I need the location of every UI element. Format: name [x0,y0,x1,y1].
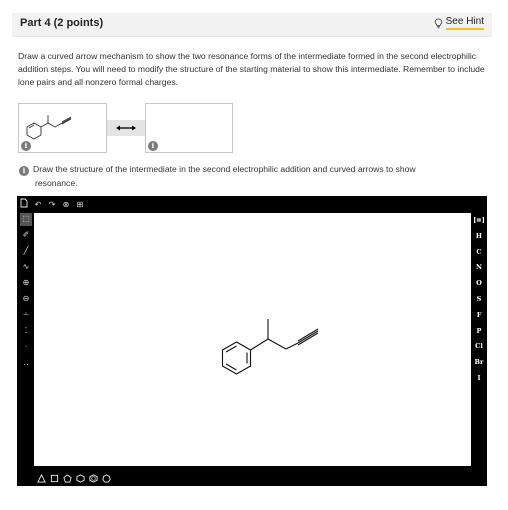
answer-preview-2[interactable]: i [145,103,233,153]
part-header: Part 4 (2 points) See Hint [12,13,492,37]
element-i[interactable]: I [477,371,480,387]
element-cl[interactable]: Cl [475,339,483,355]
instruction-text: i Draw the structure of the intermediate … [19,162,479,190]
info-icon[interactable]: i [21,141,31,151]
element-f[interactable]: F [477,308,482,324]
zoom-icon[interactable]: ⊗ [61,199,71,210]
heptagon-ring-icon[interactable] [102,473,111,483]
electron-dot-icon[interactable]: · [20,341,32,354]
eraser-tool-icon[interactable]: ✐ [20,229,32,242]
select-tool-icon[interactable]: ⬚ [20,213,32,226]
bond-tool-icon[interactable]: ╱ [20,245,32,258]
minus-charge-icon[interactable]: ⊖ [20,293,32,306]
see-hint-link[interactable]: See Hint [434,16,484,30]
chain-tool-icon[interactable]: ∿ [20,261,32,274]
part-title: Part 4 (2 points) [20,17,104,29]
element-toolbar: [≡] H C N O S F P Cl Br I [471,213,487,387]
redo-icon[interactable]: ↷ [47,199,57,210]
drawing-canvas[interactable] [34,213,471,466]
resonance-arrow-icon [116,125,136,131]
periodic-table-button[interactable]: [≡] [473,213,485,229]
lone-pair-icon[interactable]: ∸ [20,309,32,322]
radical-icon[interactable]: ⁚ [20,325,32,338]
triangle-ring-icon[interactable] [37,473,46,483]
left-toolbar: ⬚ ✐ ╱ ∿ ⊕ ⊖ ∸ ⁚ · ‥ [19,213,33,370]
question-text: Draw a curved arrow mechanism to show th… [18,51,485,87]
element-h[interactable]: H [476,229,482,245]
molecule-thumbnail [26,115,72,140]
pentagon-ring-icon[interactable] [63,473,72,483]
undo-icon[interactable]: ↶ [33,199,43,210]
element-s[interactable]: S [477,292,482,308]
resonance-arrow-box [107,120,145,136]
element-p[interactable]: P [477,324,482,340]
info-icon[interactable]: i [148,141,158,151]
molecule-structure [221,319,319,375]
new-document-icon[interactable] [19,198,29,211]
template-icon[interactable]: ⊞ [75,199,85,210]
element-n[interactable]: N [476,260,482,276]
hint-label[interactable]: See Hint [445,16,484,30]
top-toolbar: ↶ ↷ ⊗ ⊞ [19,198,85,211]
lightbulb-icon [434,18,442,28]
square-ring-icon[interactable] [50,474,59,483]
double-dot-icon[interactable]: ‥ [20,357,32,370]
ring-toolbar [37,471,111,485]
plus-charge-icon[interactable]: ⊕ [20,277,32,290]
molecule-editor: ↶ ↷ ⊗ ⊞ ⬚ ✐ ╱ ∿ ⊕ ⊖ ∸ ⁚ · ‥ [≡] H C N O … [17,196,487,486]
element-o[interactable]: O [476,276,482,292]
instruction-line-2: resonance. [35,178,78,188]
benzene-ring-icon[interactable] [89,473,98,483]
answer-preview-1[interactable]: i [18,103,107,153]
element-br[interactable]: Br [475,355,484,371]
element-c[interactable]: C [476,245,481,261]
hexagon-ring-icon[interactable] [76,473,85,483]
instruction-line-1: Draw the structure of the intermediate i… [33,164,416,174]
info-icon: i [19,166,29,176]
